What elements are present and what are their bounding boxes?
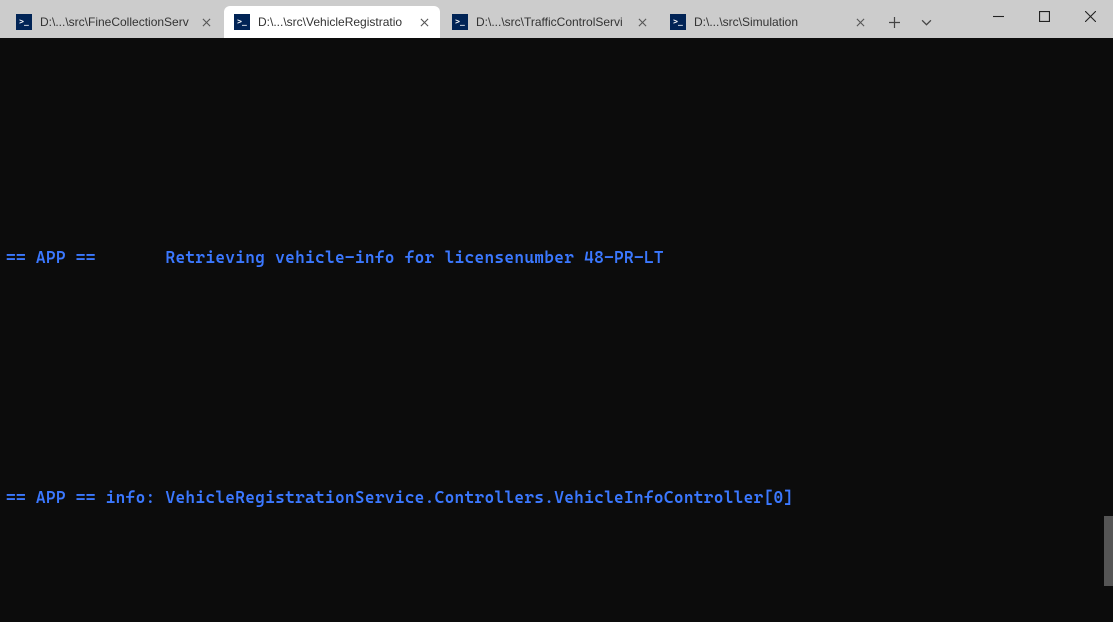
tab-dropdown-button[interactable]	[910, 6, 942, 38]
maximize-button[interactable]	[1021, 0, 1067, 32]
log-line: == APP == info: VehicleRegistrationServi…	[6, 478, 1107, 518]
terminal-pane[interactable]: == APP == Retrieving vehicle-info for li…	[0, 38, 1113, 622]
minimize-button[interactable]	[975, 0, 1021, 32]
tab-close-button[interactable]	[416, 14, 432, 30]
close-button[interactable]	[1067, 0, 1113, 32]
minimize-icon	[993, 11, 1004, 22]
tab-fine-collection[interactable]: D:\...\src\FineCollectionServ	[6, 6, 222, 38]
tab-traffic-control[interactable]: D:\...\src\TrafficControlServi	[442, 6, 658, 38]
titlebar: D:\...\src\FineCollectionServ D:\...\src…	[0, 0, 1113, 38]
tab-simulation[interactable]: D:\...\src\Simulation	[660, 6, 876, 38]
tab-title: D:\...\src\VehicleRegistratio	[258, 15, 412, 29]
log-line	[6, 598, 1107, 622]
close-icon	[1085, 11, 1096, 22]
maximize-icon	[1039, 11, 1050, 22]
tab-close-button[interactable]	[852, 14, 868, 30]
tab-close-button[interactable]	[198, 14, 214, 30]
tab-title: D:\...\src\Simulation	[694, 15, 848, 29]
close-icon	[202, 18, 211, 27]
terminal-window: D:\...\src\FineCollectionServ D:\...\src…	[0, 0, 1113, 622]
log-line	[6, 358, 1107, 398]
powershell-icon	[234, 14, 250, 30]
tabs-container: D:\...\src\FineCollectionServ D:\...\src…	[0, 0, 975, 38]
close-icon	[420, 18, 429, 27]
terminal-output: == APP == Retrieving vehicle-info for li…	[6, 38, 1107, 622]
plus-icon	[889, 17, 900, 28]
close-icon	[856, 18, 865, 27]
tab-title: D:\...\src\TrafficControlServi	[476, 15, 630, 29]
powershell-icon	[670, 14, 686, 30]
new-tab-button[interactable]	[878, 6, 910, 38]
close-icon	[638, 18, 647, 27]
window-controls	[975, 0, 1113, 38]
powershell-icon	[452, 14, 468, 30]
powershell-icon	[16, 14, 32, 30]
chevron-down-icon	[921, 19, 932, 26]
scrollbar-thumb[interactable]	[1104, 516, 1113, 586]
tab-close-button[interactable]	[634, 14, 650, 30]
tab-title: D:\...\src\FineCollectionServ	[40, 15, 194, 29]
log-line	[6, 118, 1107, 158]
tab-vehicle-registration[interactable]: D:\...\src\VehicleRegistratio	[224, 6, 440, 38]
log-line: == APP == Retrieving vehicle-info for li…	[6, 238, 1107, 278]
